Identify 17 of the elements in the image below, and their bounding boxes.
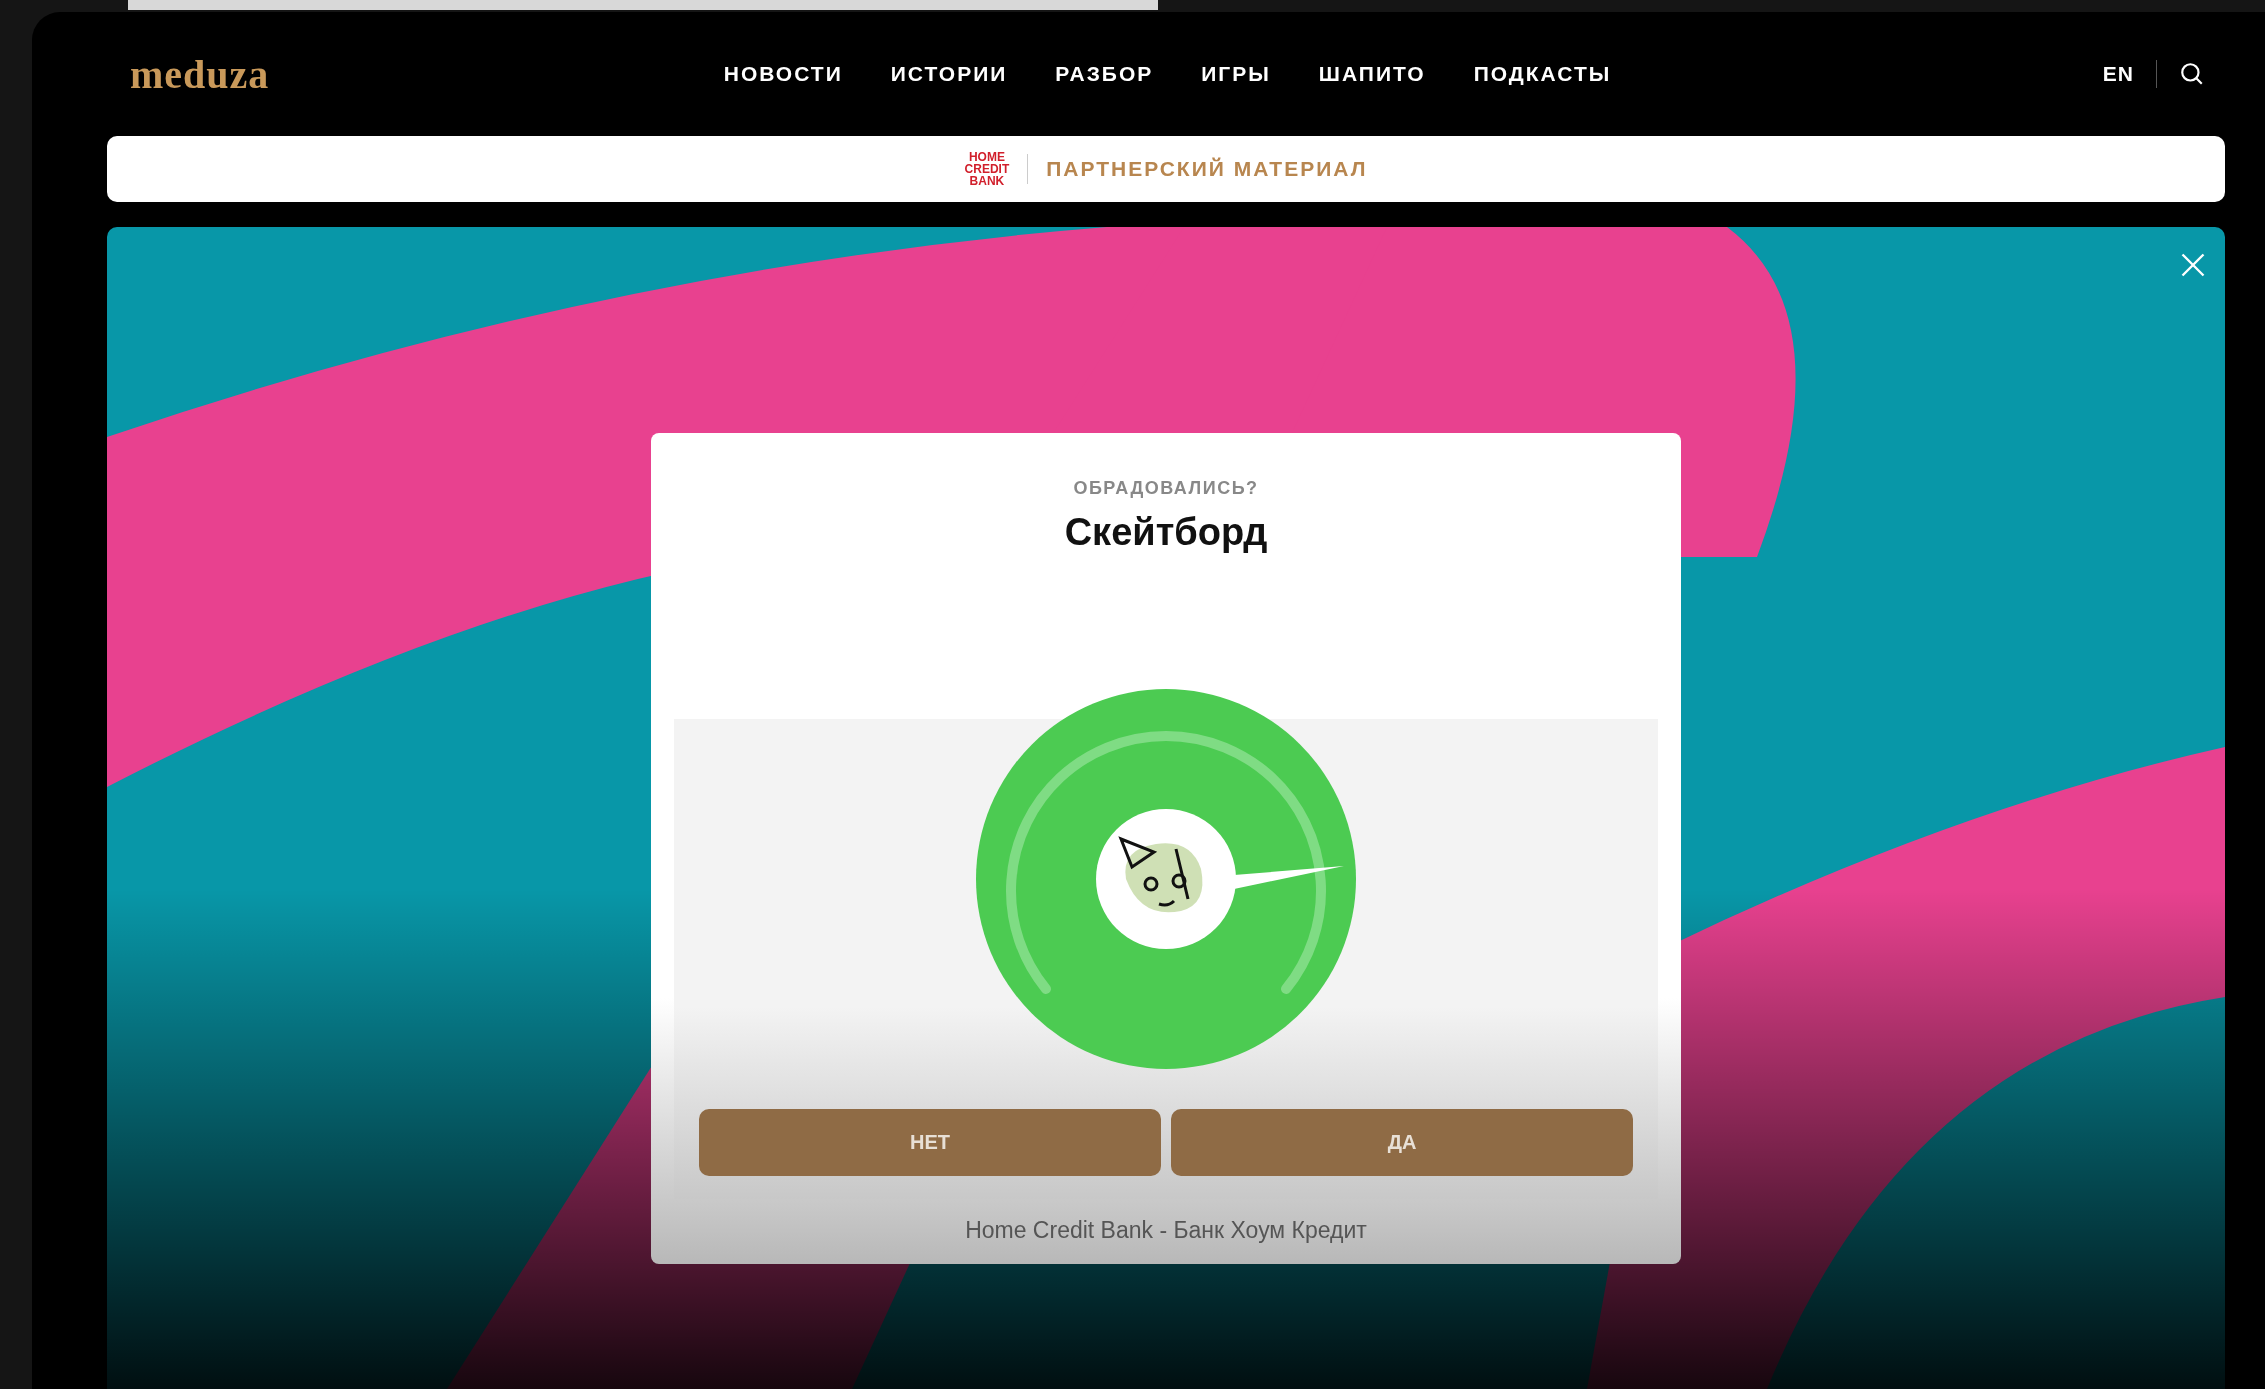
quiz-item-title: Скейтборд [1064, 511, 1268, 554]
quiz-question: ОБРАДОВАЛИСЬ? [1073, 478, 1259, 499]
language-link[interactable]: EN [2102, 62, 2134, 86]
nav-link[interactable]: РАЗБОР [1055, 62, 1154, 86]
search-icon[interactable] [2179, 61, 2205, 87]
nav-link[interactable]: ШАПИТО [1318, 62, 1426, 86]
sponsor-caption: Home Credit Bank - Банк Хоум Кредит [965, 1217, 1367, 1244]
close-icon[interactable] [2179, 251, 2207, 279]
site-logo[interactable]: meduza [130, 50, 270, 98]
answer-button[interactable]: ДА [1171, 1109, 1633, 1176]
sponsor-logo: HOME CREDIT BANK [964, 151, 1010, 187]
nav-link[interactable]: ПОДКАСТЫ [1473, 62, 1612, 86]
partner-label: ПАРТНЕРСКИЙ МАТЕРИАЛ [1046, 157, 1368, 181]
nav-link[interactable]: ИСТОРИИ [890, 62, 1008, 86]
nav-link[interactable]: ИГРЫ [1201, 62, 1271, 86]
nav-link[interactable]: НОВОСТИ [723, 62, 843, 86]
answer-button[interactable]: НЕТ [699, 1109, 1161, 1176]
